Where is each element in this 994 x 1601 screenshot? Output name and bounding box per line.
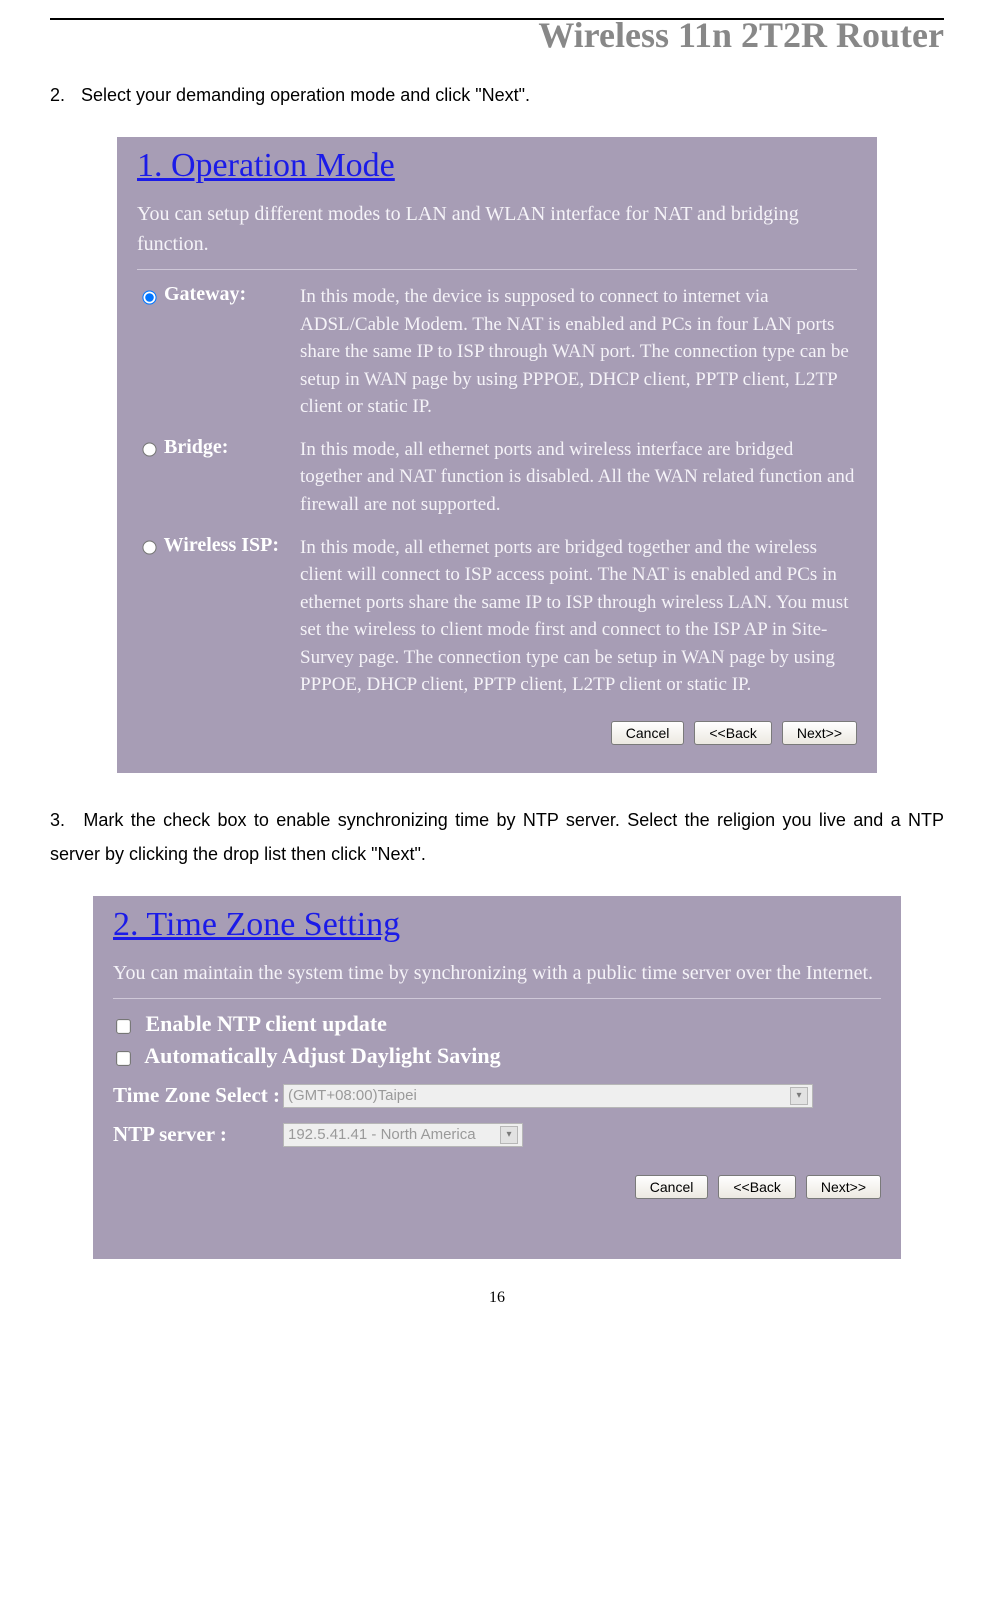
step-3-number: 3. xyxy=(50,803,76,837)
step-2-number: 2. xyxy=(50,78,76,112)
time-zone-title: 2. Time Zone Setting xyxy=(113,906,881,944)
page-number: 16 xyxy=(50,1289,944,1307)
time-zone-select-label: Time Zone Select : xyxy=(113,1083,283,1108)
chevron-down-icon: ▾ xyxy=(790,1087,808,1105)
time-zone-panel: 2. Time Zone Setting You can maintain th… xyxy=(93,896,901,1259)
radio-bridge-input[interactable] xyxy=(142,443,156,457)
operation-mode-intro: You can setup different modes to LAN and… xyxy=(137,199,857,259)
cancel-button[interactable]: Cancel xyxy=(635,1175,709,1199)
checkbox-daylight-saving-label: Automatically Adjust Daylight Saving xyxy=(144,1043,500,1068)
operation-mode-panel: 1. Operation Mode You can setup differen… xyxy=(117,137,877,773)
radio-bridge[interactable]: Bridge: xyxy=(138,436,228,458)
next-button[interactable]: Next>> xyxy=(782,721,857,745)
radio-wireless-isp[interactable]: Wireless ISP: xyxy=(138,534,279,556)
step-3-text: 3. Mark the check box to enable synchron… xyxy=(50,803,944,871)
radio-gateway-input[interactable] xyxy=(142,290,156,304)
checkbox-daylight-saving-input[interactable] xyxy=(116,1051,131,1066)
radio-wireless-isp-label: Wireless ISP: xyxy=(164,534,279,556)
checkbox-daylight-saving[interactable]: Automatically Adjust Daylight Saving xyxy=(113,1043,501,1068)
radio-bridge-label: Bridge: xyxy=(164,436,228,458)
time-zone-select-value: (GMT+08:00)Taipei xyxy=(288,1087,417,1104)
checkbox-ntp-update-label: Enable NTP client update xyxy=(146,1011,387,1036)
chevron-down-icon: ▾ xyxy=(500,1126,518,1144)
radio-gateway-label: Gateway: xyxy=(164,283,246,305)
radio-wireless-isp-input[interactable] xyxy=(142,540,156,554)
next-button[interactable]: Next>> xyxy=(806,1175,881,1199)
time-zone-intro: You can maintain the system time by sync… xyxy=(113,958,881,988)
step-3-body: Mark the check box to enable synchronizi… xyxy=(50,810,944,864)
ntp-server-select[interactable]: 192.5.41.41 - North America ▾ xyxy=(283,1123,523,1147)
back-button[interactable]: <<Back xyxy=(718,1175,795,1199)
ntp-server-select-value: 192.5.41.41 - North America xyxy=(288,1126,476,1143)
step-2-body: Select your demanding operation mode and… xyxy=(81,85,530,105)
ntp-server-label: NTP server : xyxy=(113,1122,283,1147)
bridge-description: In this mode, all ethernet ports and wir… xyxy=(299,435,857,533)
operation-mode-title: 1. Operation Mode xyxy=(137,147,857,185)
gateway-description: In this mode, the device is supposed to … xyxy=(299,282,857,435)
divider xyxy=(137,269,857,270)
divider xyxy=(113,998,881,999)
back-button[interactable]: <<Back xyxy=(694,721,771,745)
checkbox-ntp-update[interactable]: Enable NTP client update xyxy=(113,1011,387,1036)
step-2-text: 2. Select your demanding operation mode … xyxy=(50,78,944,112)
radio-gateway[interactable]: Gateway: xyxy=(138,283,246,305)
time-zone-select[interactable]: (GMT+08:00)Taipei ▾ xyxy=(283,1084,813,1108)
wireless-isp-description: In this mode, all ethernet ports are bri… xyxy=(299,533,857,713)
cancel-button[interactable]: Cancel xyxy=(611,721,685,745)
document-header: Wireless 11n 2T2R Router xyxy=(50,14,944,56)
checkbox-ntp-update-input[interactable] xyxy=(116,1019,131,1034)
